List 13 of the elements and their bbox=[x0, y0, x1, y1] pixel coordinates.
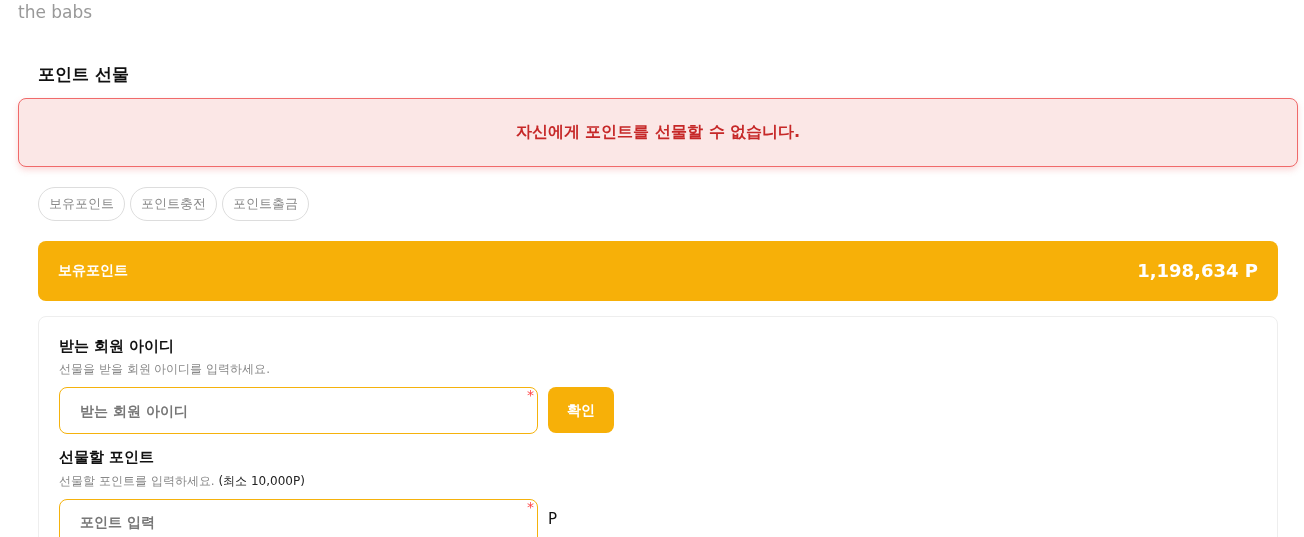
minimum-note: (최소 10,000P) bbox=[218, 472, 305, 490]
required-mark: * bbox=[527, 387, 534, 403]
balance-label: 보유포인트 bbox=[58, 261, 128, 280]
brand-logo[interactable]: the babs bbox=[0, 0, 111, 22]
required-mark: * bbox=[527, 498, 534, 515]
field-label: 받는 회원 아이디 bbox=[59, 335, 175, 357]
unit-label: P bbox=[548, 508, 558, 529]
page-title: 포인트 선물 bbox=[38, 63, 129, 86]
field-label: 선물할 포인트 bbox=[59, 447, 155, 468]
balance-amount: 1,198,634 P bbox=[1137, 259, 1258, 283]
field-hint: 선물을 받을 회원 아이디를 입력하세요. bbox=[59, 361, 271, 378]
field-hint: 선물할 포인트를 입력하세요. bbox=[59, 472, 215, 490]
alert-message: 자신에게 포인트를 선물할 수 없습니다. bbox=[515, 121, 801, 143]
